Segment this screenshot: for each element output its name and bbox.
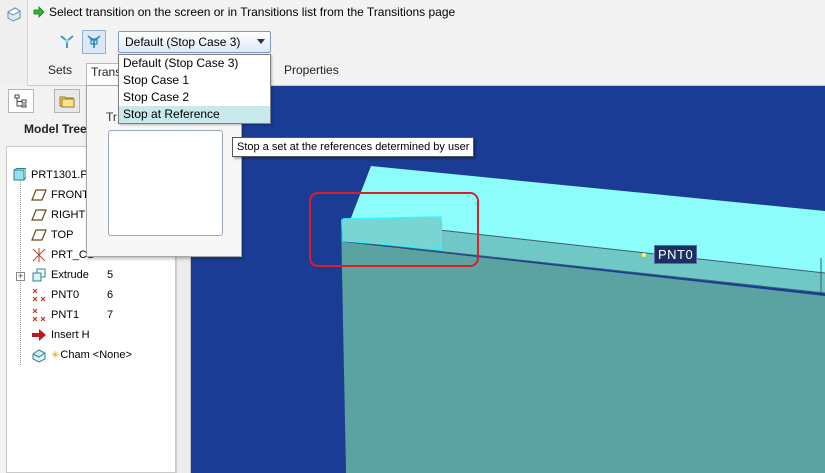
dropdown-option-default[interactable]: Default (Stop Case 3) bbox=[119, 55, 270, 72]
dropdown-option-stop-at-reference[interactable]: Stop at Reference bbox=[119, 106, 270, 123]
tree-item-insert-here[interactable]: Insert H bbox=[31, 326, 90, 344]
transition-type-dropdown: Default (Stop Case 3) Stop Case 1 Stop C… bbox=[118, 54, 271, 124]
datum-point-label[interactable]: PNT0 bbox=[654, 245, 698, 264]
transitions-label: Tr bbox=[106, 110, 117, 124]
transition-mode-button[interactable] bbox=[82, 30, 106, 54]
tree-item-label: PRT1301.P bbox=[31, 169, 88, 181]
tree-item-right[interactable]: RIGHT bbox=[31, 206, 85, 224]
tab-properties[interactable]: Properties bbox=[284, 63, 339, 77]
chamfer-feature-icon bbox=[7, 7, 21, 22]
green-arrow-icon bbox=[33, 6, 45, 18]
datum-point-marker[interactable] bbox=[642, 253, 646, 257]
option-tooltip: Stop a set at the references determined … bbox=[232, 137, 475, 157]
tree-item-number: 7 bbox=[107, 309, 114, 321]
tree-item-number: 6 bbox=[107, 289, 114, 301]
transition-type-combo[interactable]: Default (Stop Case 3) bbox=[118, 31, 271, 53]
tree-item-csys[interactable]: PRT_CS bbox=[31, 246, 94, 264]
new-feature-star-icon: ✳ bbox=[51, 349, 60, 361]
datum-point-icon bbox=[31, 287, 47, 303]
tree-item-label: PNT1 bbox=[51, 309, 80, 321]
chamfer-set-button[interactable] bbox=[55, 30, 79, 54]
part-icon bbox=[11, 167, 27, 183]
transitions-list[interactable] bbox=[108, 130, 223, 236]
tree-item-part[interactable]: PRT1301.P bbox=[11, 166, 88, 184]
tab-model-tree[interactable] bbox=[8, 89, 34, 113]
model-tree-title: Model Tree bbox=[24, 122, 87, 136]
tree-item-label: Extrude bbox=[51, 269, 89, 281]
tree-item-pnt1[interactable]: PNT1 7 bbox=[31, 306, 151, 324]
tree-item-number: 5 bbox=[107, 269, 114, 281]
tab-sets[interactable]: Sets bbox=[48, 63, 72, 77]
chamfer-set-icon bbox=[60, 35, 74, 48]
chamfer-icon bbox=[31, 347, 47, 363]
combo-selected-value: Default (Stop Case 3) bbox=[125, 35, 241, 49]
expand-toggle[interactable]: + bbox=[16, 272, 25, 281]
chevron-down-icon[interactable] bbox=[257, 39, 265, 44]
tree-item-label: RIGHT bbox=[51, 209, 86, 221]
datum-plane-icon bbox=[31, 227, 47, 243]
tree-item-label: TOP bbox=[51, 229, 74, 241]
status-message-text: Select transition on the screen or in Tr… bbox=[49, 5, 456, 19]
transition-mode-icon bbox=[87, 35, 101, 48]
dropdown-option-stop-case-2[interactable]: Stop Case 2 bbox=[119, 89, 270, 106]
dashboard-feature-area bbox=[0, 0, 28, 86]
tree-item-label: FRONT bbox=[51, 189, 89, 201]
datum-plane-icon bbox=[31, 187, 47, 203]
coordinate-system-icon bbox=[31, 247, 47, 263]
tree-item-top[interactable]: TOP bbox=[31, 226, 73, 244]
extrude-icon bbox=[31, 267, 47, 283]
tab-folder-browser[interactable] bbox=[54, 89, 80, 113]
folder-icon bbox=[59, 96, 75, 108]
tree-item-pnt0[interactable]: PNT0 6 bbox=[31, 286, 151, 304]
tree-item-extrude[interactable]: Extrude 5 bbox=[31, 266, 151, 284]
status-message: Select transition on the screen or in Tr… bbox=[33, 4, 455, 20]
datum-plane-icon bbox=[31, 207, 47, 223]
dropdown-option-stop-case-1[interactable]: Stop Case 1 bbox=[119, 72, 270, 89]
tree-item-label: Insert H bbox=[51, 329, 90, 341]
tree-item-front[interactable]: FRONT bbox=[31, 186, 89, 204]
tree-item-chamfer[interactable]: ✳ Cham <None> bbox=[31, 346, 132, 364]
tree-item-label: Cham <None> bbox=[60, 349, 132, 361]
datum-point-icon bbox=[31, 307, 47, 323]
model-tree-icon bbox=[14, 94, 27, 108]
tree-guide-line bbox=[20, 175, 21, 365]
insert-here-arrow-icon bbox=[31, 327, 47, 343]
tree-item-label: PNT0 bbox=[51, 289, 80, 301]
